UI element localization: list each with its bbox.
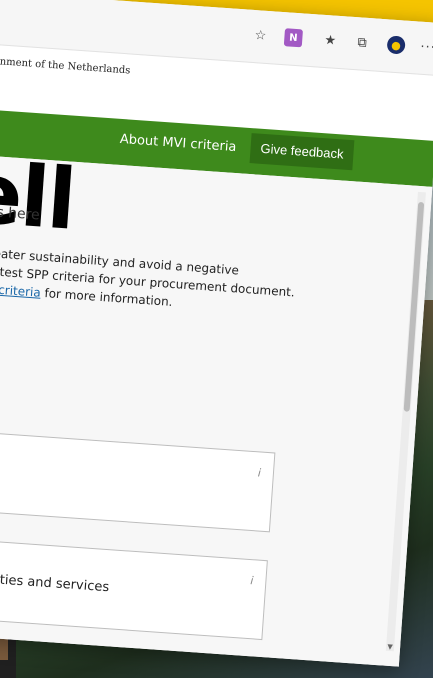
collections-icon[interactable]: ⧉ — [353, 33, 372, 52]
onenote-icon[interactable]: N — [283, 28, 303, 48]
favorites-icon[interactable]: ★ — [321, 31, 340, 50]
page-title: ell — [0, 143, 78, 249]
criteria-link[interactable]: l criteria — [0, 282, 41, 299]
browser-window: ☆ N ★ ⧉ ● ··· rnment of the Netherlands … — [0, 0, 433, 667]
category-card-label: acilities and services — [0, 570, 110, 596]
info-icon[interactable]: i — [257, 466, 261, 479]
government-logo-text: rnment of the Netherlands — [0, 56, 131, 77]
star-icon[interactable]: ☆ — [251, 26, 270, 45]
page-subtitle: s here — [0, 204, 41, 224]
scroll-down-arrow-icon[interactable]: ▼ — [386, 643, 395, 652]
more-icon[interactable]: ··· — [418, 38, 433, 57]
profile-icon[interactable]: ● — [386, 35, 406, 55]
info-icon[interactable]: i — [250, 574, 254, 587]
